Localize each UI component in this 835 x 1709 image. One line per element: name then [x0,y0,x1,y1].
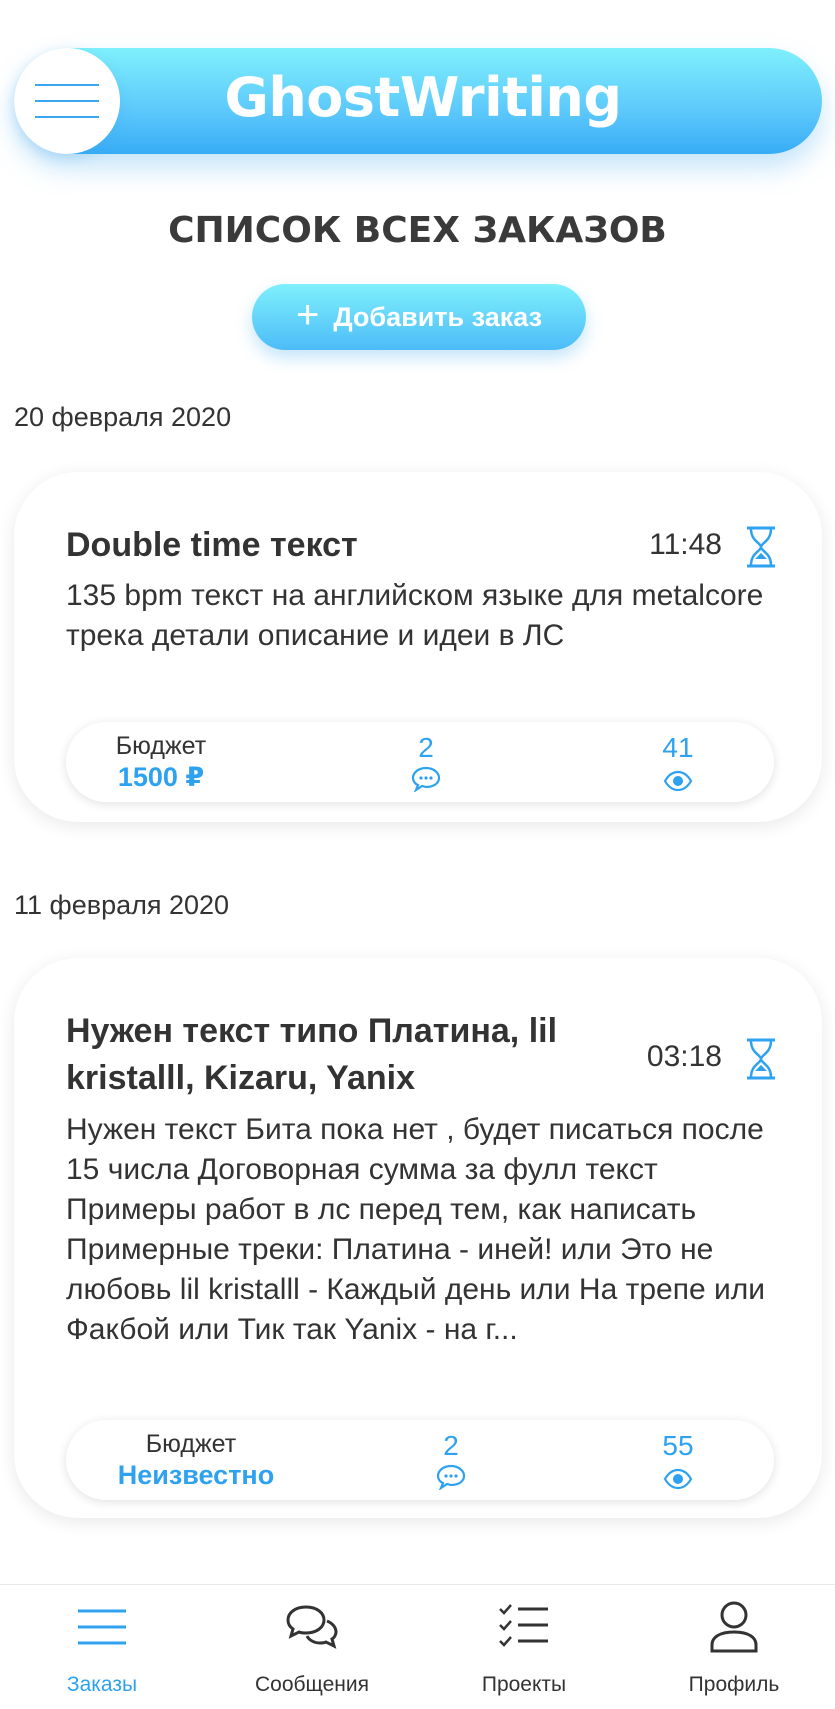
order-time: 03:18 [646,1040,722,1073]
budget-label: Бюджет [115,732,207,760]
order-title: Double time текст [66,526,358,564]
eye-icon [663,770,693,792]
user-icon [710,1601,758,1653]
order-card[interactable]: Double time текст 11:48 135 bpm текст на… [14,472,822,822]
order-stats-bar: Бюджет 1500 ₽ 2 41 [66,722,774,802]
order-card[interactable]: Нужен текст типо Платина, lil kristalll,… [14,958,822,1518]
nav-item-orders[interactable]: Заказы [12,1585,192,1709]
order-description: Нужен текст Бита пока нет , будет писать… [66,1113,765,1346]
nav-label: Сообщения [255,1673,369,1696]
app-logo-title: GhostWriting [224,66,623,129]
nav-label: Проекты [481,1673,567,1696]
bottom-navigation: Заказы Сообщения Проекты Профиль [0,1584,835,1709]
add-order-button[interactable]: + Добавить заказ [252,284,586,350]
comments-count: 2 [443,1430,459,1461]
nav-label: Профиль [688,1673,780,1696]
order-stats-bar: Бюджет Неизвестно 2 55 [66,1420,774,1500]
eye-icon [663,1468,693,1490]
plus-icon: + [296,293,320,337]
nav-item-messages[interactable]: Сообщения [222,1585,402,1709]
budget-value: 1500 ₽ [117,762,205,792]
budget-value: Неизвестно [117,1460,275,1490]
nav-label: Заказы [66,1673,138,1696]
comments-count: 2 [418,732,434,763]
comment-icon[interactable] [411,766,441,792]
order-description: 135 bpm текст на английском языке для me… [66,579,764,652]
chat-bubbles-icon [286,1605,338,1649]
hourglass-icon [747,526,775,568]
budget-label: Бюджет [145,1430,237,1458]
order-time: 11:48 [649,528,722,561]
nav-item-profile[interactable]: Профиль [644,1585,824,1709]
order-date: 20 февраля 2020 [14,402,232,432]
order-title: Нужен текст типо Платина, lil kristalll,… [66,1012,558,1097]
nav-item-projects[interactable]: Проекты [434,1585,614,1709]
add-order-label: Добавить заказ [333,301,542,332]
checklist-icon [499,1604,548,1647]
views-count: 55 [662,1430,694,1461]
hourglass-icon [747,1038,775,1080]
views-count: 41 [662,732,694,763]
menu-lines-icon [78,1609,126,1645]
page-title: СПИСОК ВСЕХ ЗАКАЗОВ [168,210,667,251]
order-date: 11 февраля 2020 [14,890,230,920]
comment-icon[interactable] [436,1464,466,1490]
app-header: GhostWriting [14,48,822,154]
